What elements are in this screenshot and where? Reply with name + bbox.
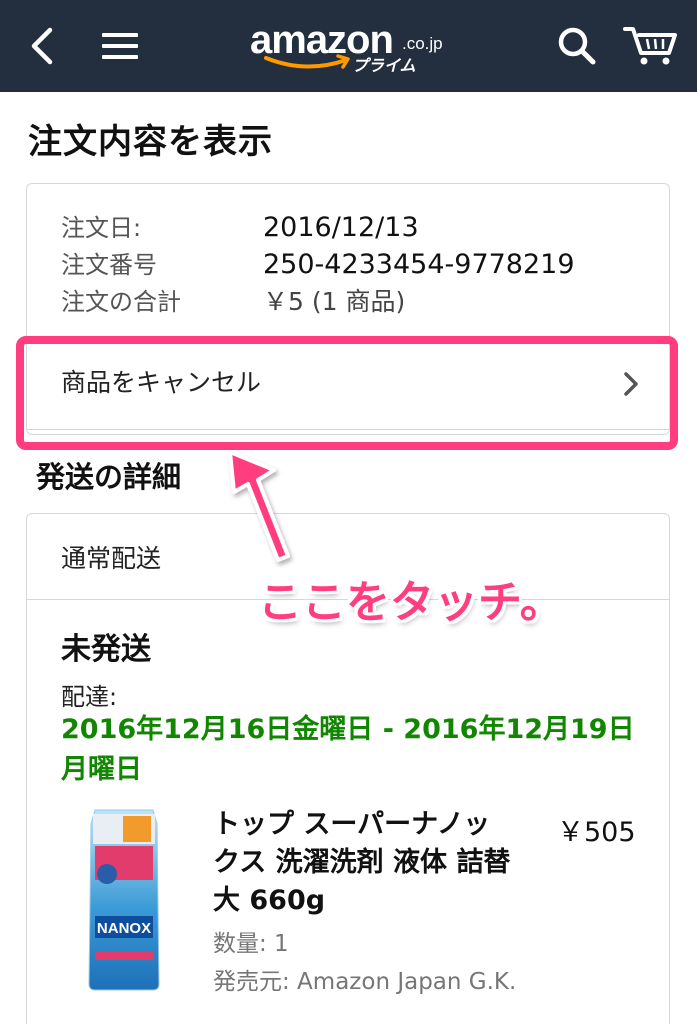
search-button[interactable] — [552, 0, 602, 92]
delivery-label: 配達: — [61, 683, 118, 711]
logo-prime-text: プライム — [352, 56, 416, 75]
product-seller: 発売元: Amazon Japan G.K. — [213, 969, 517, 995]
order-total-row: 注文の合計 ￥5 (1 商品) — [61, 284, 405, 320]
order-number-row: 注文番号 250-4233454-9778219 — [61, 247, 575, 283]
order-number-value: 250-4233454-9778219 — [263, 249, 575, 280]
highlight-box — [16, 336, 678, 450]
logo-smile-icon — [264, 54, 350, 69]
product-price: ￥505 — [557, 817, 636, 848]
menu-button[interactable] — [96, 0, 144, 92]
logo-domain: .co.jp — [402, 34, 443, 53]
cart-icon — [623, 27, 677, 65]
order-date-value: 2016/12/13 — [263, 212, 419, 243]
product-image-label: NANOX — [97, 920, 151, 937]
shipping-section-title: 発送の詳細 — [36, 460, 182, 494]
order-total-label: 注文の合計 — [61, 288, 181, 316]
top-navigation-bar: amazon .co.jp プライム — [0, 0, 697, 92]
product-image[interactable]: NANOX — [85, 804, 163, 994]
order-date-label: 注文日: — [61, 214, 142, 242]
detergent-pouch-icon: NANOX — [88, 809, 160, 991]
shipment-status: 未発送 — [61, 632, 151, 667]
page-title: 注文内容を表示 — [28, 122, 273, 162]
menu-icon — [102, 33, 138, 59]
order-total-value: ￥5 (1 商品) — [263, 287, 406, 316]
order-date-row: 注文日: 2016/12/13 — [61, 210, 419, 246]
cart-button[interactable] — [620, 0, 682, 92]
annotation-text: ここをタッチ。 — [258, 577, 564, 628]
product-name-link[interactable]: トップ スーパーナノックス 洗濯洗剤 液体 詰替大 660g — [213, 806, 513, 920]
annotation-arrow-icon — [228, 450, 290, 562]
back-icon — [31, 27, 53, 65]
amazon-logo[interactable]: amazon .co.jp プライム — [250, 18, 450, 78]
order-number-label: 注文番号 — [61, 251, 157, 279]
product-quantity: 数量: 1 — [213, 931, 289, 957]
search-icon — [558, 27, 596, 65]
delivery-date: 2016年12月16日金曜日 - 2016年12月19日月曜日 — [61, 714, 635, 785]
back-button[interactable] — [20, 0, 64, 92]
shipping-method: 通常配送 — [61, 544, 162, 573]
